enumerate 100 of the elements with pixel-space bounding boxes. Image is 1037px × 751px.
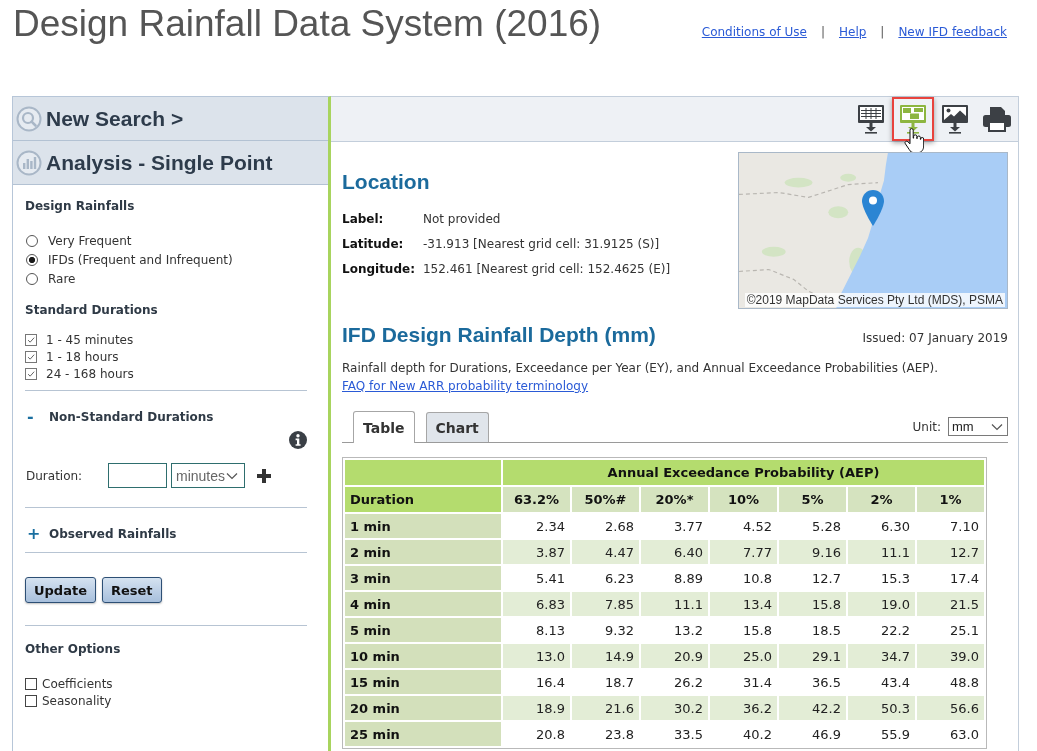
checkbox[interactable] [25,367,37,380]
radio-button[interactable] [26,272,38,285]
table-cell: 56.6 [917,696,984,720]
site-title: Design Rainfall Data System (2016) [13,2,602,46]
table-cell: 6.83 [503,592,570,616]
row-header: 1 min [345,514,501,538]
field-value: 152.461 [Nearest grid cell: 152.4625 (E)] [422,261,671,278]
table-cell: 7.85 [572,592,639,616]
table-cell: 15.8 [779,592,846,616]
column-header: 5% [779,487,846,512]
chevron-down-icon [991,422,1003,431]
update-button[interactable]: Update [25,577,96,603]
add-icon[interactable] [257,468,271,483]
table-cell: 9.16 [779,540,846,564]
tab[interactable]: Chart [425,412,489,442]
field-value: -31.913 [Nearest grid cell: 31.9125 (S)] [422,236,661,253]
table-cell: 21.6 [572,696,639,720]
row-header: 2 min [345,540,501,564]
info-icon[interactable] [289,431,307,449]
checkbox-label[interactable]: 1 - 18 hours [46,349,119,364]
column-header: 20%* [641,487,708,512]
column-header: 10% [710,487,777,512]
table-cell: 42.2 [779,696,846,720]
section-heading: Design Rainfalls [25,198,136,215]
row-header: 25 min [345,722,501,746]
image-download-icon [941,104,969,134]
nav-link[interactable]: Help [839,24,867,40]
section-title: Location [342,169,431,195]
hand-cursor-icon [904,128,924,154]
checkbox[interactable] [25,350,37,363]
radio-label[interactable]: Rare [48,271,76,286]
radio-label[interactable]: Very Frequent [48,233,132,248]
map-drawing[interactable] [738,152,1008,309]
row-header: 20 min [345,696,501,720]
table-cell: 25.0 [710,644,777,668]
table-cell: 6.40 [641,540,708,564]
radio-button[interactable] [26,234,38,247]
field-value: Not provided [422,211,502,228]
search-icon [16,105,42,132]
table-cell: 13.0 [503,644,570,668]
unit-dropdown[interactable]: mm [948,417,1008,436]
table-cell: 14.9 [572,644,639,668]
radio-button[interactable] [26,253,38,266]
row-header: 10 min [345,644,501,668]
radio-label[interactable]: IFDs (Frequent and Infrequent) [48,252,233,267]
table-cell: 21.5 [917,592,984,616]
collapse-toggle[interactable]: - [25,408,49,425]
map-pin-icon[interactable] [861,189,885,227]
nav-link[interactable]: New IFD feedback [898,24,1007,40]
table-cell: 50.3 [848,696,915,720]
table-cell: 12.7 [917,540,984,564]
table-cell: 29.1 [779,644,846,668]
field-label: Duration: [25,468,84,483]
expand-toggle[interactable]: + [25,525,49,542]
field-label: Longitude: [342,261,416,278]
checkbox[interactable] [25,677,37,690]
table-cell: 4.47 [572,540,639,564]
field-label: Latitude: [342,236,405,253]
table-cell: 36.2 [710,696,777,720]
unit-dropdown[interactable]: minutes [171,463,245,488]
section-heading: Observed Rainfalls [49,526,177,541]
table-cell: 19.0 [848,592,915,616]
unit-label: Unit: [912,419,941,434]
duration-input[interactable] [108,463,167,488]
nav-link[interactable]: Conditions of Use [701,24,807,40]
column-header: 2% [848,487,915,512]
reset-button[interactable]: Reset [102,577,162,603]
tab[interactable]: Table [353,411,415,443]
faq-link[interactable]: FAQ for New ARR probability terminology [342,379,589,393]
analysis-header[interactable]: Analysis - Single Point [13,141,328,185]
row-header: 3 min [345,566,501,590]
print-icon [982,106,1012,132]
map-attribution: ©2019 MapData Services Pty Ltd (MDS), PSMA [744,293,1005,307]
new-search-header[interactable]: New Search > [13,97,328,141]
table-download-icon [857,104,885,134]
section-heading: Other Options [25,641,122,658]
checkbox[interactable] [25,333,37,346]
table-cell: 13.4 [710,592,777,616]
section-heading: Standard Durations [25,302,159,319]
checkbox-label[interactable]: Seasonality [42,693,112,708]
issued-date: Issued: 07 January 2019 [862,331,1008,345]
column-header: 63.2% [503,487,570,512]
bar-chart-icon [16,149,42,176]
checkbox-label[interactable]: Coefficients [42,676,113,691]
field-label: Label: [342,211,385,228]
checkbox-label[interactable]: 24 - 168 hours [46,366,134,381]
checkbox-label[interactable]: 1 - 45 minutes [46,332,134,347]
column-header: 50%# [572,487,639,512]
table-cell: 7.77 [710,540,777,564]
row-header: 4 min [345,592,501,616]
table-cell: 30.2 [641,696,708,720]
description-text: Rainfall depth for Durations, Exceedance per Year (EY), and Annual Exceedance Probabilities (AEP). [342,360,939,377]
section-title: IFD Design Rainfall Depth (mm) [342,322,656,348]
table-group-header: Annual Exceedance Probability (AEP) [503,460,984,485]
chart-download-icon [899,104,927,134]
checkbox[interactable] [25,694,37,707]
section-heading: Non-Standard Durations [49,409,214,424]
row-header: 5 min [345,618,501,642]
table-cell: 34.7 [848,644,915,668]
table-cell: 18.9 [503,696,570,720]
